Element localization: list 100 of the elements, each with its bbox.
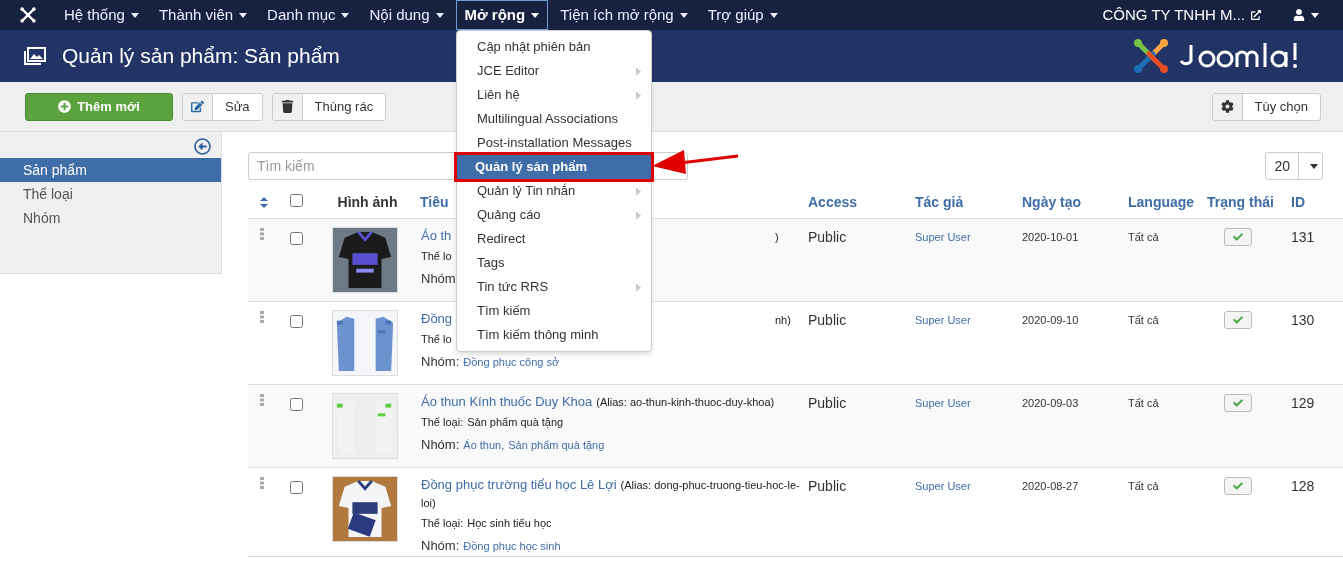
publish-toggle[interactable] [1224,476,1252,495]
access-text: Public [808,394,847,411]
caret-icon [679,12,688,18]
date-text: 2020-09-03 [1022,396,1079,409]
column-header[interactable]: Ngày tạo [1022,194,1082,211]
group-link[interactable]: Sản phẩm quà tặng [508,437,605,454]
caret-icon [531,12,540,18]
menu-item[interactable]: Tìm kiếm [457,299,651,323]
id-text: 128 [1291,477,1315,494]
nav-menu[interactable]: Tiện ích mở rộng [552,0,696,30]
drag-handle-icon[interactable] [260,393,264,406]
id-text: 129 [1291,394,1315,411]
product-title-link[interactable]: Đồng [421,310,453,326]
date-text: 2020-08-27 [1022,479,1079,492]
author-link[interactable]: Super User [915,479,971,492]
menu-item[interactable]: Quản lý sản phẩm [457,155,651,179]
menu-item[interactable]: Post-installation Messages [457,131,651,155]
category-label: Thể lo [421,332,452,345]
column-header[interactable]: Access [808,194,858,211]
group-link[interactable]: Đồng phục công sở [463,354,560,371]
alias-text: nh) [775,312,792,328]
category-text: Học sinh tiểu học [467,516,552,529]
product-title-link[interactable]: Áo th [421,227,452,243]
nav-menu[interactable]: Danh mục [259,0,358,30]
language-text: Tất cả [1128,396,1159,409]
menu-item[interactable]: Liên hệ [457,83,651,107]
nav-menu[interactable]: Trợ giúp [699,0,786,30]
external-link-icon [1251,10,1261,20]
plus-icon [58,100,72,113]
caret-icon [1309,163,1318,169]
menu-item[interactable]: Quảng cáo [457,203,651,227]
column-header[interactable]: Tiêu [420,194,449,211]
select-all-checkbox[interactable] [290,194,303,208]
nav-menu[interactable]: Thành viên [150,0,256,30]
user-menu[interactable] [1293,9,1319,21]
nav-menu[interactable]: Mở rộng [455,0,549,30]
publish-toggle[interactable] [1224,227,1252,246]
menu-item[interactable]: JCE Editor [457,59,651,83]
sidebar-item[interactable]: Thể loại [0,182,221,206]
id-text: 130 [1291,311,1315,328]
page-title: Quản lý sản phẩm: Sản phẩm [62,43,340,70]
author-link[interactable]: Super User [915,230,971,243]
menu-item[interactable]: Tags [457,251,651,275]
menu-item[interactable]: Redirect [457,227,651,251]
author-link[interactable]: Super User [915,396,971,409]
sidebar-item[interactable]: Nhóm [0,206,221,230]
alias-text: ) [775,229,780,245]
category-label: Thể loại: [421,415,464,428]
product-title-link[interactable]: Áo thun Kính thuốc Duy Khoa [421,393,593,409]
trash-icon [280,100,294,113]
sort-icon[interactable] [260,197,268,209]
column-header[interactable]: Trạng thái [1207,194,1274,211]
caret-icon [130,12,139,18]
check-icon [1233,397,1243,408]
date-text: 2020-10-01 [1022,230,1079,243]
caret-icon [1311,12,1319,18]
publish-toggle[interactable] [1224,393,1252,412]
limit-select[interactable]: 20 [1265,152,1323,180]
nav-menu[interactable]: Nội dung [361,0,452,30]
date-text: 2020-09-10 [1022,313,1079,326]
menu-item[interactable]: Multilingual Associations [457,107,651,131]
publish-toggle[interactable] [1224,310,1252,329]
drag-handle-icon[interactable] [260,227,264,240]
group-link[interactable]: Áo thun, [463,437,505,454]
group-label: Nhóm [421,270,456,288]
row-checkbox[interactable] [290,397,303,411]
author-link[interactable]: Super User [915,313,971,326]
column-header[interactable]: Tác giả [915,194,964,211]
category-label: Thể loại: [421,516,464,529]
options-button[interactable]: Tùy chọn [1211,92,1321,121]
collapse-icon[interactable] [194,138,211,155]
submenu-arrow-icon [636,90,641,100]
row-checkbox[interactable] [290,480,303,494]
row-checkbox[interactable] [290,231,303,245]
images-icon [24,47,46,65]
menu-item[interactable]: Tìm kiếm thông minh [457,323,651,347]
language-text: Tất cả [1128,479,1159,492]
group-label: Nhóm: [421,537,460,555]
access-text: Public [808,311,847,328]
trash-button[interactable]: Thùng rác [271,92,387,121]
menu-item[interactable]: Quản lý Tin nhắn [457,179,651,203]
sidebar-item[interactable]: Sản phẩm [0,158,221,182]
edit-button[interactable]: Sửa [182,92,263,121]
nav-menu[interactable]: Hệ thống [56,0,147,30]
drag-handle-icon[interactable] [260,476,264,489]
row-checkbox[interactable] [290,314,303,328]
group-label: Nhóm: [421,436,460,454]
column-header[interactable]: Language [1128,194,1195,211]
check-icon [1233,231,1243,242]
column-header[interactable]: ID [1291,194,1305,211]
access-text: Public [808,477,847,494]
drag-handle-icon[interactable] [260,310,264,323]
column-header: Hình ảnh [337,194,398,211]
group-link[interactable]: Đồng phục học sinh [463,538,561,555]
product-title-link[interactable]: Đồng phục trường tiểu học Lê Lợi [421,476,617,492]
menu-item[interactable]: Tin tức RRS [457,275,651,299]
submenu-arrow-icon [636,282,641,292]
site-link[interactable]: CÔNG TY TNHH M... [1102,3,1261,27]
language-text: Tất cả [1128,230,1159,243]
menu-item[interactable]: Cập nhật phiên bản [457,35,651,59]
